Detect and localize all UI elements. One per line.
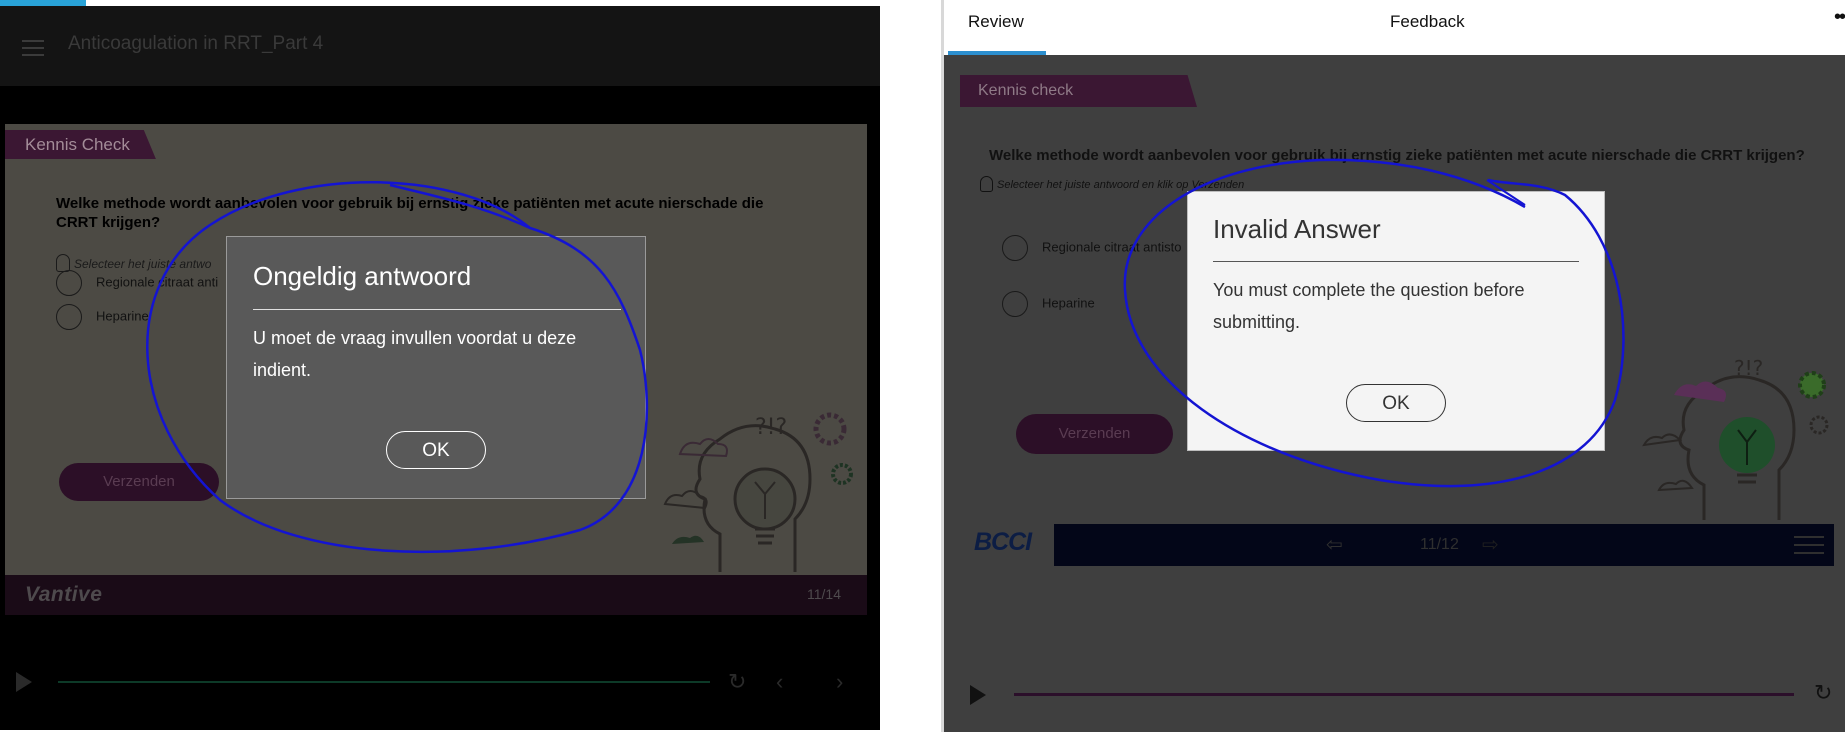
previous-slide-icon[interactable]: ⇦ [1326,532,1343,557]
option-label: Heparine [96,308,149,324]
instruction-hint: Selecteer het juiste antwoord en klik op… [980,176,1244,192]
question-text: Welke methode wordt aanbevolen voor gebr… [56,195,764,231]
answer-option[interactable]: Regionale citraat antisto [1002,235,1181,261]
submit-button[interactable]: Verzenden [59,463,219,501]
ok-button[interactable]: OK [1346,384,1446,422]
playback-controls: ↻ ‹ › [0,666,880,706]
ok-button[interactable]: OK [386,431,486,469]
playback-controls: ↻ [944,680,1845,710]
next-slide-icon[interactable]: ⇨ [1482,532,1499,557]
menu-icon[interactable] [1794,536,1824,556]
lightbulb-head-illustration: ?!? [663,412,853,572]
dialog-message: You must complete the question before su… [1213,280,1525,332]
review-tabbar: Review Feedback •• [944,0,1845,55]
dialog-divider [1213,261,1579,262]
answer-option[interactable]: Heparine [56,304,149,330]
pointer-hand-icon [980,176,993,192]
slide-navbar: BCCI ⇦ 11/12 ⇨ [944,524,1845,566]
tab-feedback[interactable]: Feedback [1390,12,1465,32]
page-indicator: 11/14 [807,586,841,602]
option-label: Regionale citraat anti [96,274,219,290]
svg-text:?!?: ?!? [755,415,787,440]
previous-icon[interactable]: ‹ [776,669,783,695]
answer-option[interactable]: Regionale citraat anti [56,270,218,296]
dialog-title: Ongeldig antwoord [253,261,472,291]
kennis-check-tab: Kennis Check [5,130,156,159]
hint-text: Selecteer het juiste antwoord en klik op… [997,179,1245,191]
svg-text:?!?: ?!? [1734,356,1763,380]
seek-bar[interactable] [58,681,710,683]
invalid-answer-dialog: Ongeldig antwoord U moet de vraag invull… [226,236,646,499]
seek-bar[interactable] [1014,693,1794,696]
lightbulb-head-illustration: ?!? [1642,356,1829,520]
brand-logo: Vantive [25,583,103,606]
play-icon[interactable] [16,672,32,692]
course-title: Anticoagulation in RRT_Part 4 [68,33,324,54]
radio-button[interactable] [56,304,82,330]
active-tab-indicator [948,51,1046,55]
option-label: Heparine [1042,295,1095,311]
play-icon[interactable] [970,685,986,705]
slide-footer: Vantive 11/14 [5,575,867,615]
replay-icon[interactable]: ↻ [728,669,746,695]
kennis-check-tab: Kennis check [960,75,1197,107]
replay-icon[interactable]: ↻ [1814,680,1832,706]
menu-icon[interactable] [22,40,44,56]
dialog-message: U moet de vraag invullen voordat u deze … [253,328,577,380]
tab-review[interactable]: Review [968,12,1024,32]
split-divider [880,0,943,732]
page-indicator: 11/12 [1420,536,1459,553]
hint-text: Selecteer het juiste antwo [74,257,212,271]
dialog-divider [253,309,621,310]
answer-option[interactable]: Heparine [1002,291,1095,317]
option-label: Regionale citraat antisto [1042,239,1182,255]
radio-button[interactable] [1002,235,1028,261]
invalid-answer-dialog: Invalid Answer You must complete the que… [1187,191,1605,451]
next-icon[interactable]: › [836,669,843,695]
submit-button[interactable]: Verzenden [1016,414,1173,454]
player-topbar: Anticoagulation in RRT_Part 4 [0,6,880,86]
radio-button[interactable] [56,270,82,296]
dialog-title: Invalid Answer [1213,214,1381,244]
question-text: Welke methode wordt aanbevolen voor gebr… [989,147,1805,164]
brand-logo: BCCI [974,528,1032,556]
radio-button[interactable] [1002,291,1028,317]
navbar-strip: ⇦ 11/12 ⇨ [1054,524,1834,566]
more-options-icon[interactable]: •• [1834,6,1845,29]
